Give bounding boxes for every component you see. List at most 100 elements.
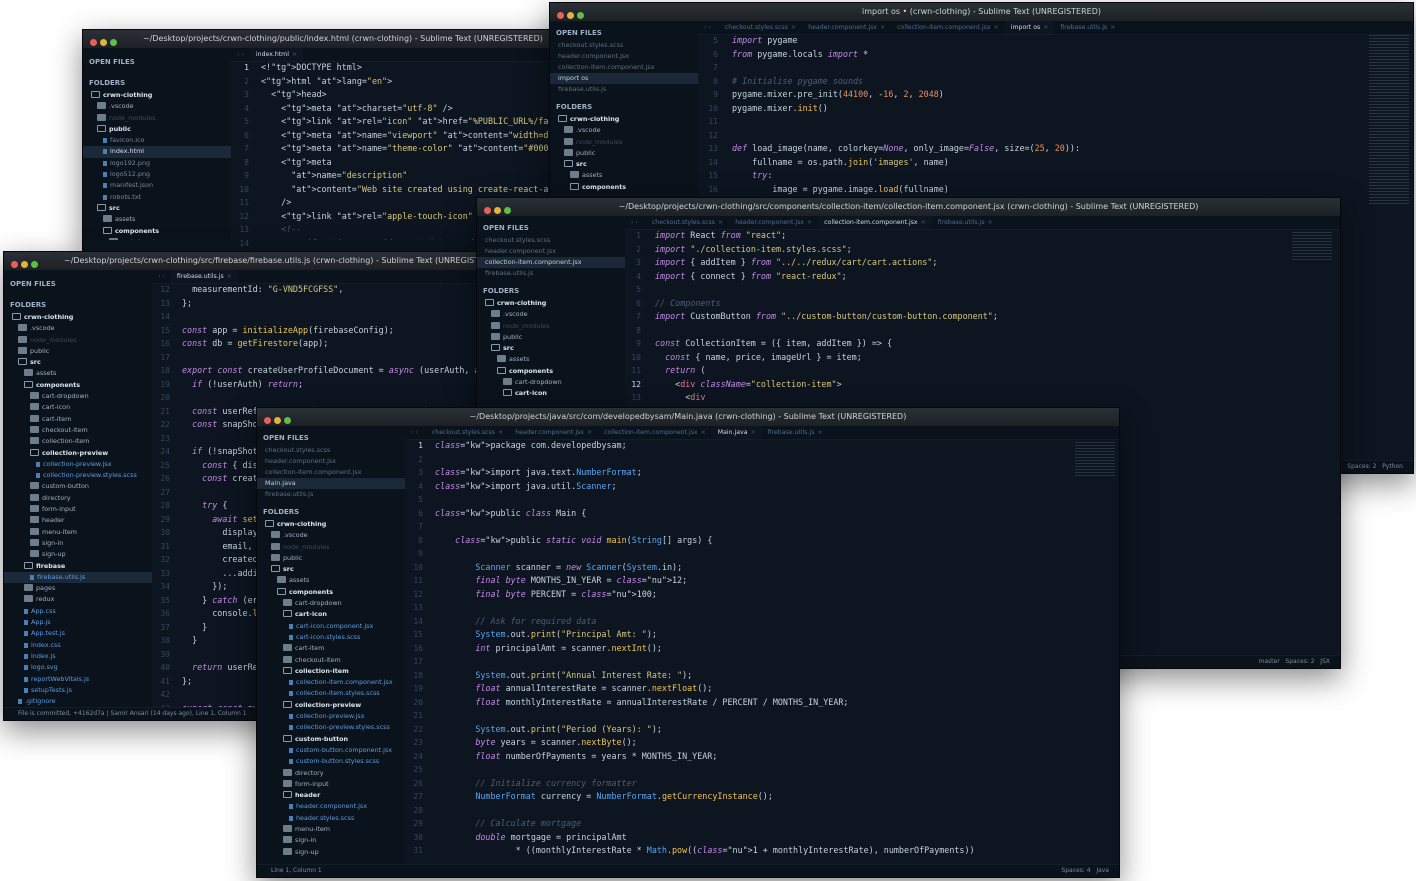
tree-folder[interactable]: assets [83,214,231,225]
code-line[interactable] [435,709,1119,723]
close-tab-icon[interactable]: × [880,24,885,31]
tab-checkout-styles[interactable]: checkout.styles.scss × [426,426,509,439]
tree-folder[interactable]: public [477,332,625,343]
code-line[interactable]: <"tg">meta "at">charset="utf-8" /> [261,102,563,116]
title-bar[interactable]: ~/Desktop/projects/crwn-clothing/src/fir… [4,252,484,270]
tree-file[interactable]: favicon.ico [83,135,231,146]
tree-folder[interactable]: node_modules [4,335,152,346]
code-line[interactable]: NumberFormat currency = NumberFormat.get… [435,790,1119,804]
tree-file[interactable]: manifest.json [83,180,231,191]
tree-folder[interactable]: cart-icon [477,388,625,399]
tree-folder[interactable]: collection-item [4,436,152,447]
tree-folder[interactable]: node_modules [477,321,625,332]
code-line[interactable]: pygame.mixer.pre_init(44100, -16, 2, 204… [732,88,1413,102]
tree-file[interactable]: collection-item.styles.scss [257,688,405,699]
tree-folder[interactable]: cart-dropdown [477,377,625,388]
tree-folder[interactable]: sign-in [257,835,405,846]
open-file[interactable]: firebase.utils.js [257,489,405,500]
tree-file[interactable]: collection-item.component.jsx [257,677,405,688]
code-line[interactable] [732,61,1413,75]
tree-folder[interactable]: pages [4,583,152,594]
tree-folder[interactable]: .vscode [550,125,698,136]
close-window-icon[interactable] [484,207,491,214]
code-line[interactable]: // Ask for required data [435,615,1119,629]
tree-folder[interactable]: cart-dropdown [257,598,405,609]
code-line[interactable]: <"tg">html "at">lang="en"> [261,75,563,89]
tab-checkout-styles[interactable]: checkout.styles.scss × [719,21,802,34]
zoom-window-icon[interactable] [31,261,38,268]
code-line[interactable]: if (!userAuth) return; [182,378,484,392]
code-line[interactable]: def load_image(name, colorkey=None, only… [732,142,1413,156]
open-file[interactable]: header.component.jsx [550,51,698,62]
zoom-window-icon[interactable] [504,207,511,214]
tree-file[interactable]: header.styles.scss [257,813,405,824]
code-line[interactable]: float annualInterestRate = scanner.nextF… [435,682,1119,696]
tree-file[interactable]: firebase.utils.js [4,571,152,584]
title-bar[interactable]: ~/Desktop/projects/crwn-clothing/src/com… [477,198,1340,216]
minimap[interactable] [1075,442,1115,476]
code-line[interactable]: # Initialise pygame sounds [732,75,1413,89]
code-line[interactable]: final byte PERCENT = class="nu">100; [435,588,1119,602]
open-file[interactable]: checkout.styles.scss [550,40,698,51]
tree-folder[interactable]: public [257,553,405,564]
code-line[interactable]: // Calculate mortgage [435,817,1119,831]
tab-firebase-utils[interactable]: firebase.utils.js × [170,270,238,283]
tree-folder[interactable]: public [83,124,231,135]
tree-folder[interactable]: .vscode [257,530,405,541]
code-line[interactable]: try: [732,169,1413,183]
tree-folder[interactable]: menu-item [4,527,152,538]
tree-folder[interactable]: .vscode [83,101,231,112]
tree-file[interactable]: logo192.png [83,158,231,169]
tree-folder[interactable]: crwn-clothing [83,90,231,101]
tree-folder[interactable]: assets [477,354,625,365]
code-line[interactable]: export const createUserProfileDocument =… [182,364,484,378]
tree-folder[interactable]: menu-item [257,824,405,835]
code-line[interactable] [182,351,484,365]
tree-file[interactable]: collection-preview.jsx [257,711,405,722]
code-line[interactable]: import pygame [732,34,1413,48]
minimize-window-icon[interactable] [100,39,107,46]
tree-file[interactable]: custom-button.styles.scss [257,756,405,767]
code-line[interactable]: System.out.print("Annual Interest Rate: … [435,669,1119,683]
close-tab-icon[interactable]: × [227,273,232,280]
code-line[interactable] [435,520,1119,534]
tree-folder[interactable]: src [4,357,152,368]
tree-folder[interactable]: directory [257,768,405,779]
tab-main-java[interactable]: Main.java × [711,426,762,439]
tree-folder[interactable]: crwn-clothing [257,519,405,530]
minimize-window-icon[interactable] [21,261,28,268]
tree-folder[interactable]: components [550,182,698,193]
tab-checkout-styles[interactable]: checkout.styles.scss × [646,216,729,229]
tree-folder[interactable]: crwn-clothing [550,114,698,125]
close-tab-icon[interactable]: × [498,429,503,436]
open-file[interactable]: checkout.styles.scss [257,445,405,456]
code-line[interactable]: // Initialize currency formatter [435,777,1119,791]
close-window-icon[interactable] [90,39,97,46]
tree-folder[interactable]: node_modules [83,113,231,124]
code-line[interactable]: final byte MONTHS_IN_YEAR = class="nu">1… [435,574,1119,588]
tab-import-os[interactable]: import os × [1004,21,1055,34]
tree-folder[interactable]: crwn-clothing [4,312,152,323]
tab-header-component[interactable]: header.component.jsx × [802,21,891,34]
tree-file[interactable]: App.test.js [4,628,152,639]
tree-folder[interactable]: cart-icon [257,609,405,620]
code-line[interactable]: <div [655,391,1340,405]
code-line[interactable] [732,129,1413,143]
tree-folder[interactable]: components [477,366,625,377]
tree-folder[interactable]: collection-preview [257,700,405,711]
tree-folder[interactable]: sign-in [4,538,152,549]
tree-folder[interactable]: node_modules [257,542,405,553]
code-line[interactable]: import "./collection-item.styles.scss"; [655,243,1340,257]
code-line[interactable]: class="kw">package com.developedbysam; [435,439,1119,453]
code-line[interactable]: image = pygame.image.load(fullname) [732,183,1413,197]
code-line[interactable]: import CustomButton from "../custom-butt… [655,310,1340,324]
tree-folder[interactable]: cart-icon [4,402,152,413]
close-tab-icon[interactable]: × [587,429,592,436]
tree-file[interactable]: cart-icon.component.jsx [257,621,405,632]
code-line[interactable]: "at">name="description" [261,169,563,183]
tree-folder[interactable]: public [4,346,152,357]
code-line[interactable]: "at">content="Web site created using cre… [261,183,563,197]
tree-folder[interactable]: .vscode [4,323,152,334]
code-line[interactable] [435,763,1119,777]
tree-file[interactable]: index.js [4,651,152,662]
